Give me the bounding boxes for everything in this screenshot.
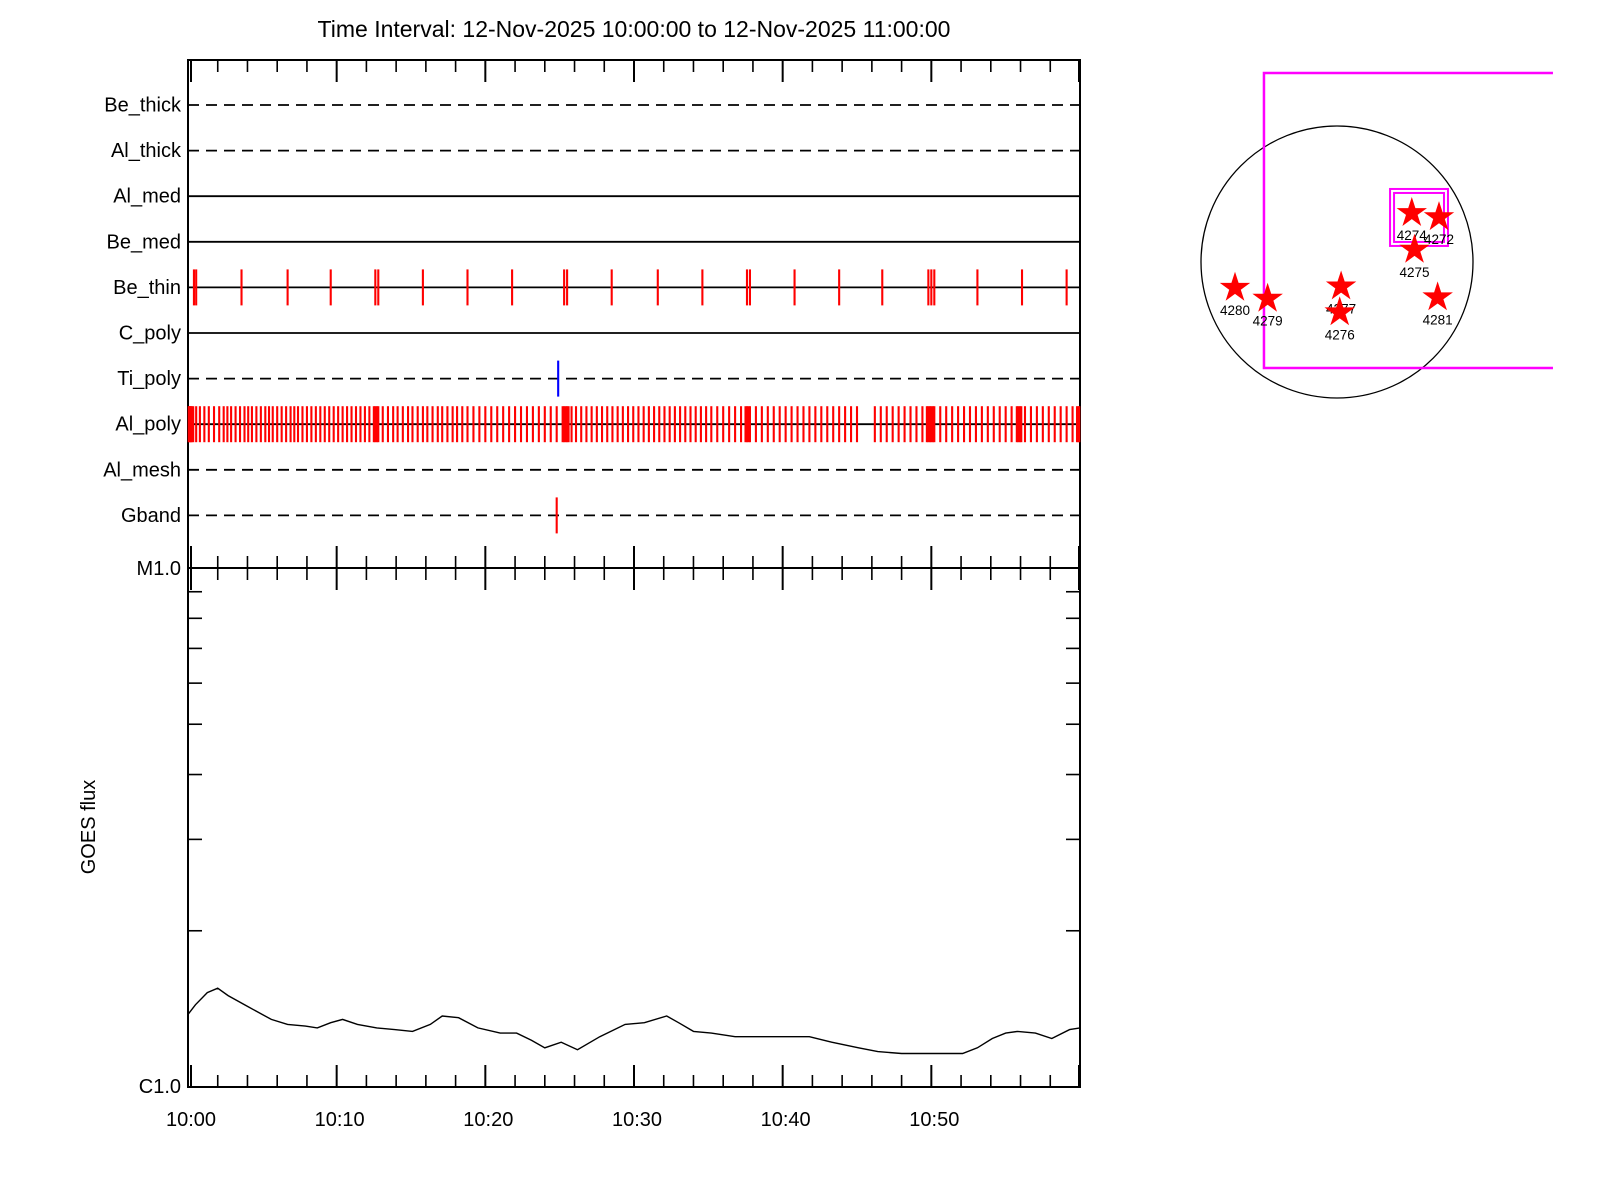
- active-region-label-4279: 4279: [1253, 314, 1283, 329]
- x-axis-label-10:00: 10:00: [166, 1109, 216, 1131]
- channel-label-Al_thick: Al_thick: [111, 140, 182, 162]
- active-region-star-4280: [1220, 272, 1250, 301]
- channel-label-Al_poly: Al_poly: [115, 414, 181, 436]
- x-axis-label-10:30: 10:30: [612, 1109, 662, 1131]
- active-region-label-4275: 4275: [1399, 265, 1429, 280]
- active-region-star-4272: [1424, 201, 1454, 230]
- channel-label-Be_thick: Be_thick: [104, 95, 182, 117]
- channel-label-Ti_poly: Ti_poly: [117, 368, 181, 390]
- x-axis-label-10:10: 10:10: [315, 1109, 365, 1131]
- goes-ymax-label: M1.0: [137, 558, 181, 580]
- channel-label-Al_med: Al_med: [113, 186, 181, 208]
- channel-label-Gband: Gband: [121, 505, 181, 527]
- channel-label-Al_mesh: Al_mesh: [103, 459, 181, 481]
- x-axis-label-10:20: 10:20: [463, 1109, 513, 1131]
- goes-flux-curve: [188, 988, 1080, 1053]
- active-region-label-4280: 4280: [1220, 303, 1250, 318]
- figure-svg: GOES flux M1.0 C1.0 Be_thick Al_thick Al_m…: [0, 0, 1600, 1200]
- goes-ymin-label: C1.0: [139, 1076, 181, 1098]
- plot-canvas: Time Interval: 12-Nov-2025 10:00:00 to 1…: [0, 0, 1600, 1200]
- goes-y-axis-title: GOES flux: [78, 780, 100, 874]
- active-region-star-4277: [1326, 271, 1356, 300]
- x-axis-label-10:50: 10:50: [909, 1109, 959, 1131]
- timeline-top-axis-ticks: [191, 60, 1079, 82]
- goes-bottom-axis-ticks: [191, 1065, 1079, 1087]
- active-region-star-4274: [1397, 197, 1427, 226]
- solar-disk-limb: [1201, 126, 1473, 398]
- active-region-label-4276: 4276: [1325, 327, 1355, 342]
- goes-log-minor-ticks: [188, 592, 1080, 931]
- active-region-star-4279: [1252, 283, 1283, 312]
- channel-label-Be_thin: Be_thin: [113, 277, 181, 299]
- active-region-label-4281: 4281: [1423, 312, 1453, 327]
- channel-label-Be_med: Be_med: [107, 231, 182, 253]
- active-region-label-4274: 4274: [1397, 228, 1428, 243]
- active-region-star-4281: [1422, 281, 1453, 310]
- timeline-panel-border: [188, 60, 1080, 568]
- goes-panel-border: [188, 568, 1080, 1087]
- channel-label-C_poly: C_poly: [119, 323, 181, 345]
- x-axis-label-10:40: 10:40: [761, 1109, 811, 1131]
